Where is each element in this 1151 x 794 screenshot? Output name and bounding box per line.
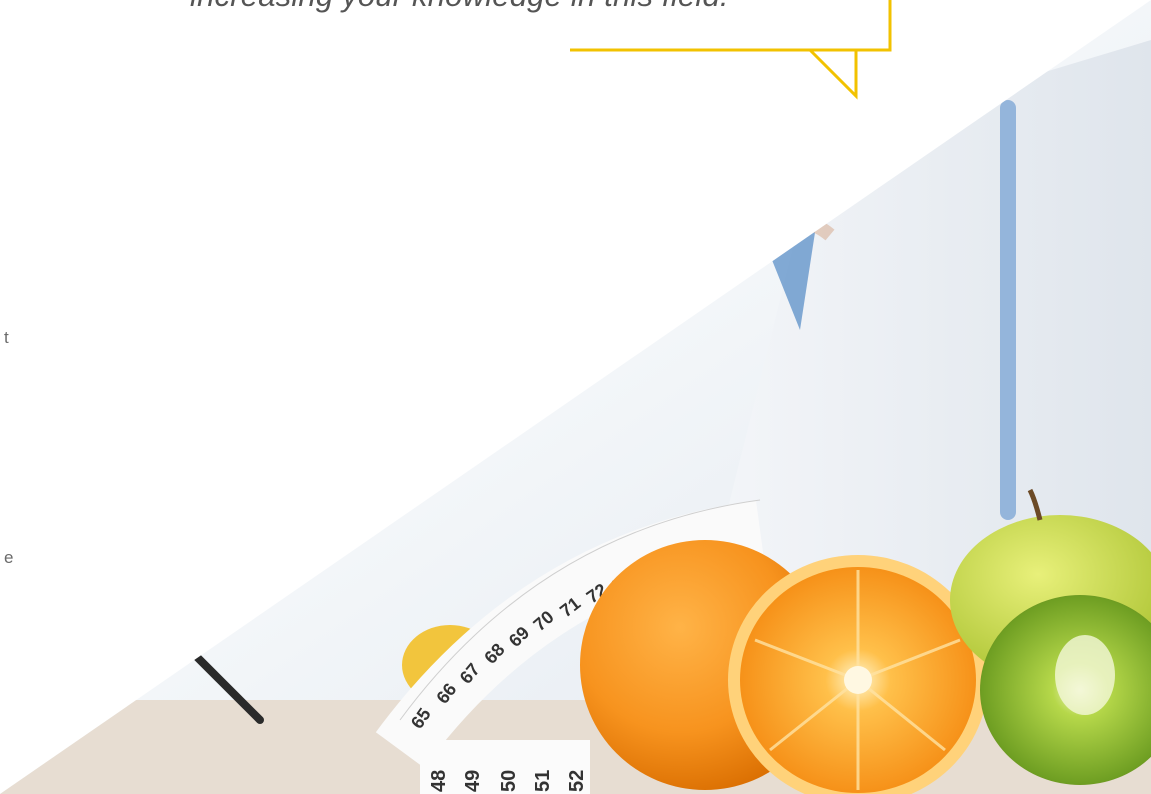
stethoscope-tube — [1000, 100, 1016, 520]
quote-heading: increasing your knowledge in this field. — [190, 0, 890, 14]
hero-photo: 65 66 67 68 69 70 71 72 73 74 75 76 48 4… — [0, 0, 1151, 794]
page: 65 66 67 68 69 70 71 72 73 74 75 76 48 4… — [0, 0, 1151, 794]
neck — [774, 216, 835, 245]
left-text-fragment: e — [4, 548, 14, 567]
svg-text:51: 51 — [532, 770, 554, 792]
quote-bubble-outline — [570, 0, 892, 100]
svg-text:49: 49 — [462, 770, 484, 792]
left-text-fragment: t — [4, 328, 9, 347]
photo-illustration: 65 66 67 68 69 70 71 72 73 74 75 76 48 4… — [0, 0, 1151, 794]
svg-text:48: 48 — [428, 770, 450, 792]
svg-text:52: 52 — [566, 770, 588, 792]
svg-text:50: 50 — [498, 770, 520, 792]
